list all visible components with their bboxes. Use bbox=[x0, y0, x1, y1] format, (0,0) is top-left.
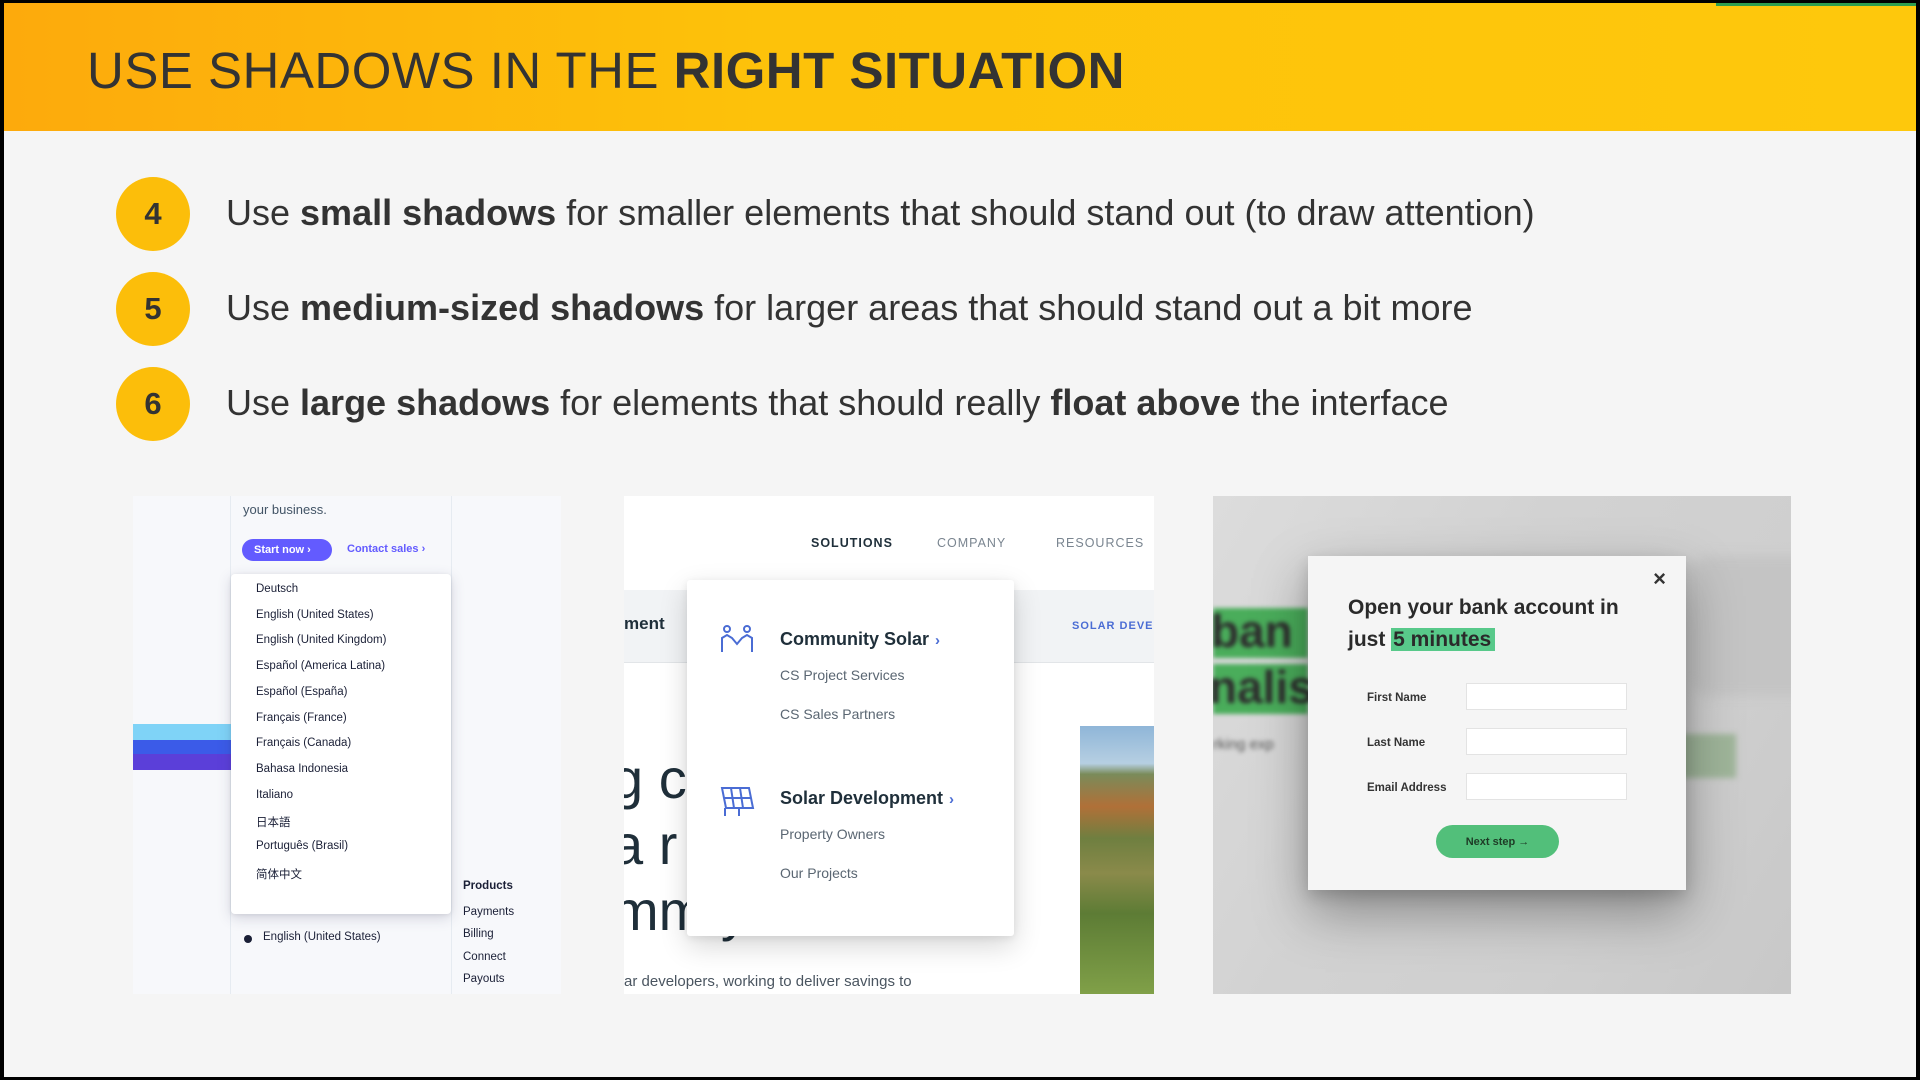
menu-item[interactable]: Property Owners bbox=[780, 826, 885, 842]
point-6-text: Use large shadows for elements that shou… bbox=[226, 382, 1449, 423]
large-shadow-example: ban nalis rking exp × Open your bank acc… bbox=[1213, 496, 1791, 994]
chevron-right-icon: › bbox=[935, 632, 941, 649]
intro-text: your business. bbox=[243, 502, 327, 517]
menu-item[interactable]: CS Sales Partners bbox=[780, 706, 895, 722]
hero-text-fragment: a r bbox=[624, 813, 678, 876]
page-title: USE SHADOWS IN THE RIGHT SITUATION bbox=[87, 42, 1125, 99]
close-icon[interactable]: × bbox=[1653, 566, 1666, 592]
language-option[interactable]: Italiano bbox=[256, 789, 293, 801]
header-bar: USE SHADOWS IN THE RIGHT SITUATION bbox=[4, 3, 1916, 131]
number-badge-4: 4 bbox=[116, 177, 190, 251]
first-name-field[interactable] bbox=[1466, 683, 1627, 710]
chevron-right-icon: › bbox=[949, 791, 955, 808]
language-option[interactable]: 简体中文 bbox=[256, 866, 302, 882]
background-word: nalis bbox=[1213, 661, 1314, 713]
solutions-dropdown: Community Solar › CS Project Services CS … bbox=[687, 580, 1014, 936]
footer-link[interactable]: Connect bbox=[463, 951, 506, 963]
point-4-text: Use small shadows for smaller elements t… bbox=[226, 192, 1535, 233]
community-solar-heading[interactable]: Community Solar › bbox=[780, 629, 940, 650]
start-now-button[interactable]: Start now › bbox=[242, 539, 332, 561]
hero-subtext: ar developers, working to deliver saving… bbox=[624, 973, 912, 990]
medium-shadow-example: SOLUTIONS COMPANY RESOURCES ment SOLAR D… bbox=[624, 496, 1154, 994]
solar-devel-link[interactable]: SOLAR DEVEL bbox=[1072, 620, 1154, 632]
contact-sales-link[interactable]: Contact sales › bbox=[347, 543, 425, 555]
language-dropdown: Deutsch English (United States) English … bbox=[231, 574, 451, 914]
last-name-field[interactable] bbox=[1466, 728, 1627, 755]
modal-title: Open your bank account in just 5 minutes bbox=[1348, 596, 1619, 651]
language-option[interactable]: Español (America Latina) bbox=[256, 660, 385, 672]
number-badge-6: 6 bbox=[116, 367, 190, 441]
slide: USE SHADOWS IN THE RIGHT SITUATION 4 Use… bbox=[4, 3, 1916, 1077]
language-option[interactable]: 日本語 bbox=[256, 814, 291, 830]
background-word: rking exp bbox=[1213, 736, 1274, 753]
language-option[interactable]: Français (France) bbox=[256, 712, 347, 724]
email-label: Email Address bbox=[1367, 782, 1447, 794]
globe-icon bbox=[244, 935, 252, 943]
footer-link[interactable]: Payouts bbox=[463, 973, 505, 985]
footer-link[interactable]: Billing bbox=[463, 928, 494, 940]
signup-modal: × Open your bank account in just 5 minut… bbox=[1308, 556, 1686, 890]
nav-solutions[interactable]: SOLUTIONS bbox=[811, 536, 893, 550]
solar-development-heading[interactable]: Solar Development › bbox=[780, 788, 954, 809]
footer-link[interactable]: Payments bbox=[463, 906, 514, 918]
language-option[interactable]: English (United Kingdom) bbox=[256, 634, 386, 646]
language-option[interactable]: Português (Brasil) bbox=[256, 840, 348, 852]
landscape-photo bbox=[1080, 726, 1154, 994]
menu-item[interactable]: CS Project Services bbox=[780, 667, 904, 683]
menu-item[interactable]: Our Projects bbox=[780, 865, 858, 881]
keyboard-image bbox=[1691, 556, 1791, 696]
header-accent-line bbox=[1716, 3, 1916, 6]
email-field[interactable] bbox=[1466, 773, 1627, 800]
number-badge-5: 5 bbox=[116, 272, 190, 346]
language-option[interactable]: Español (España) bbox=[256, 686, 347, 698]
partial-heading: ment bbox=[624, 614, 665, 633]
people-icon bbox=[721, 625, 753, 652]
column-divider bbox=[451, 496, 452, 994]
nav-company[interactable]: COMPANY bbox=[937, 536, 1006, 550]
background-word: ban bbox=[1213, 605, 1293, 657]
language-option[interactable]: Bahasa Indonesia bbox=[256, 763, 348, 775]
selected-language[interactable]: English (United States) bbox=[263, 931, 381, 943]
footer-heading: Products bbox=[463, 880, 513, 892]
small-shadow-example: your business. Start now › Contact sales… bbox=[133, 496, 561, 994]
point-5-text: Use medium-sized shadows for larger area… bbox=[226, 287, 1473, 328]
solar-panel-icon bbox=[720, 787, 755, 816]
nav-resources[interactable]: RESOURCES bbox=[1056, 536, 1144, 550]
language-option[interactable]: Deutsch bbox=[256, 583, 298, 595]
next-step-button[interactable]: Next step → bbox=[1436, 825, 1559, 858]
language-option[interactable]: Français (Canada) bbox=[256, 737, 351, 749]
decorative-stripe bbox=[133, 754, 233, 770]
language-option[interactable]: English (United States) bbox=[256, 609, 374, 621]
first-name-label: First Name bbox=[1367, 692, 1427, 704]
last-name-label: Last Name bbox=[1367, 737, 1426, 749]
